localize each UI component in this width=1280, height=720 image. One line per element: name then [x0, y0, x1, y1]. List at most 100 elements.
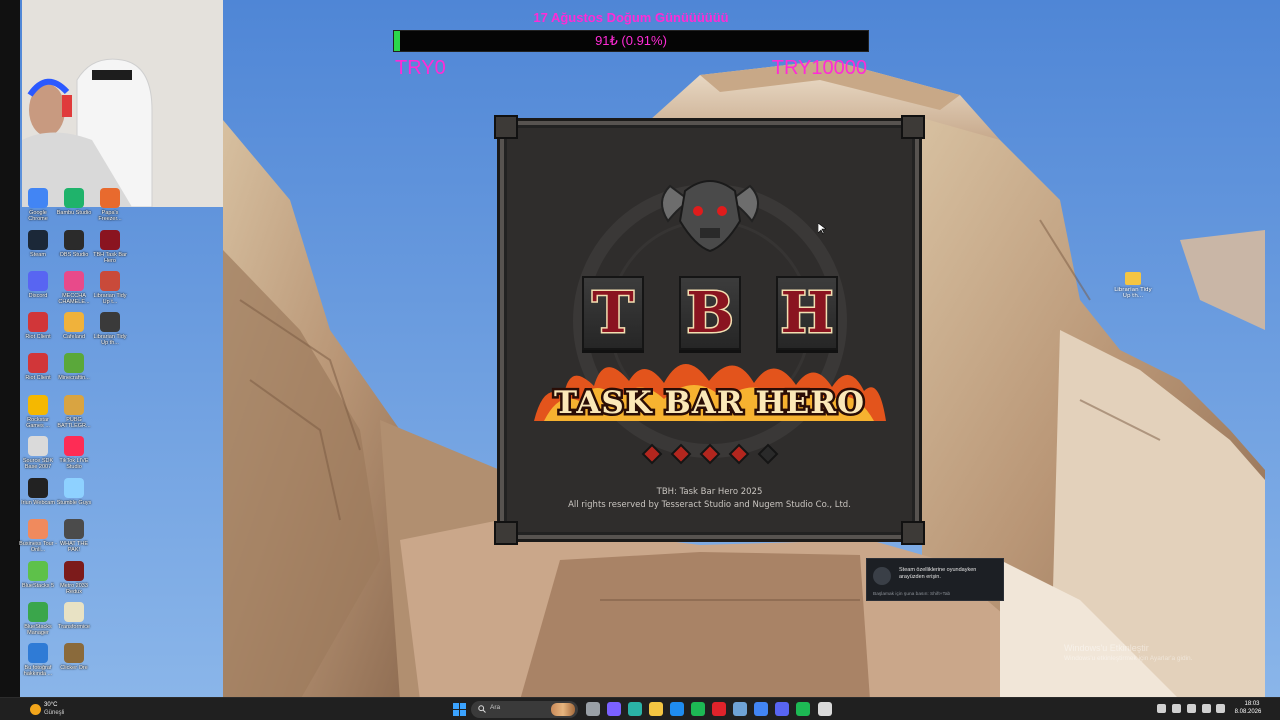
webcam-overlay	[22, 0, 223, 207]
desktop-icon[interactable]: WHAT THE PAK!	[55, 519, 93, 553]
taskbar-search-box[interactable]: Ara	[471, 701, 578, 718]
steam-notification-hint: Başlamak için şuna basın: Shift+Tab	[873, 592, 951, 597]
desktop-icon[interactable]: Clicker Ore	[55, 643, 93, 671]
logo-text: TASK BAR HERO	[551, 383, 866, 424]
desktop-icon[interactable]: Bu fotoğraf hakkında ...	[19, 643, 57, 677]
desktop-icon[interactable]: Librarian Tidy Up t...	[91, 271, 129, 305]
iriun-icon	[28, 478, 48, 498]
transformice-icon	[64, 602, 84, 622]
desktop-icon-label: Minecraftin...	[58, 375, 90, 381]
desktop-icon[interactable]: OBS Studio	[55, 230, 93, 258]
desktop-icon[interactable]: Papa's Freezer...	[91, 188, 129, 222]
search-icon	[478, 705, 486, 713]
store-icon[interactable]	[670, 702, 684, 716]
desktop-icon[interactable]: Cafeland	[55, 312, 93, 340]
riot2-icon	[28, 353, 48, 373]
language-icon[interactable]	[1187, 704, 1196, 713]
papa-icon	[100, 188, 120, 208]
desktop-icon[interactable]: MECCHA CHAMELE...	[55, 271, 93, 305]
donation-goal-widget: 17 Ağustos Doğum Günüüüüüü 91₺ (0.91%) T…	[393, 8, 869, 80]
desktop-icon[interactable]: BlueStacks 5	[19, 561, 57, 589]
task-view-icon[interactable]	[586, 702, 600, 716]
desktop-icon[interactable]: Rockstar Games ...	[19, 395, 57, 429]
game-splash-window[interactable]: T B H TASK BAR HERO TBH: Task Bar Hero 2…	[494, 115, 925, 545]
copilot-icon[interactable]	[607, 702, 621, 716]
desktop-icon-label: Papa's Freezer...	[98, 210, 122, 222]
desktop-icon-label: TikTok LIVE Studio	[59, 458, 89, 470]
discord-taskbar-icon[interactable]	[775, 702, 789, 716]
tiktok-icon	[64, 436, 84, 456]
desktop-icon[interactable]: Librarian Tidy Up th...	[91, 312, 129, 346]
chrome-taskbar-icon[interactable]	[754, 702, 768, 716]
librarian2-icon	[100, 312, 120, 332]
volume-icon[interactable]	[1216, 704, 1225, 713]
logo-tile-h: H	[776, 276, 838, 350]
steam-taskbar-icon[interactable]	[733, 702, 747, 716]
mouse-cursor-icon	[818, 223, 826, 235]
clock-date[interactable]: 8.08.2026	[1232, 709, 1264, 715]
desktop-screen: 17 Ağustos Doğum Günüüüüüü 91₺ (0.91%) T…	[0, 0, 1280, 720]
spotify-green-icon[interactable]	[691, 702, 705, 716]
desktop-icon[interactable]: Transformice	[55, 602, 93, 630]
opera-icon[interactable]	[712, 702, 726, 716]
goal-min-label: TRY0	[395, 57, 446, 79]
desktop-icon[interactable]: Business Tour - Onli...	[19, 519, 57, 553]
network-icon[interactable]	[1202, 704, 1211, 713]
desktop-icon[interactable]: Stumble Guys	[55, 478, 93, 506]
desktop-icon[interactable]: Google Chrome	[19, 188, 57, 222]
desktop-icon-label: Stumble Guys	[56, 500, 92, 506]
desktop-icon[interactable]: Discord	[19, 271, 57, 299]
librarian-icon	[100, 271, 120, 291]
clickerore-icon	[64, 643, 84, 663]
obs-icon	[64, 230, 84, 250]
steam-overlay-notification[interactable]: Steam özelliklerine oyundayken arayüzden…	[866, 558, 1004, 601]
credit-title: TBH: Task Bar Hero 2025	[656, 487, 763, 497]
desktop-icon[interactable]: BlueStacks Manager	[19, 602, 57, 636]
desktop-icon-label: Riot Client	[25, 334, 51, 340]
desktop-icon[interactable]: Source SDK Base 2007	[19, 436, 57, 470]
cafeland-icon	[64, 312, 84, 332]
clock-time[interactable]: 18:03	[1240, 701, 1264, 707]
windows-start-icon[interactable]	[453, 703, 466, 716]
desktop-icon[interactable]: Steam	[19, 230, 57, 258]
chrome-icon	[28, 188, 48, 208]
logo-tile-b: B	[679, 276, 741, 350]
desktop-icon-label: Source SDK Base 2007	[22, 458, 54, 470]
desktop-icon[interactable]: Minecraftin...	[55, 353, 93, 381]
logo-letter-b: B	[685, 280, 735, 346]
desktop-icon-label: Google Chrome	[28, 210, 48, 222]
desktop-icon[interactable]: Riot Client	[19, 312, 57, 340]
discord-icon	[28, 271, 48, 291]
gem-lit-icon	[728, 443, 750, 465]
desktop-icon[interactable]: Riot Client	[19, 353, 57, 381]
activation-watermark-subtitle: Windows'u etkinleştirmek için Ayarlar'a …	[1064, 655, 1193, 662]
file-explorer-icon[interactable]	[649, 702, 663, 716]
desktop-file-icon[interactable]: Librarian Tidy Up th...	[1114, 272, 1152, 299]
desktop-icon[interactable]: TBH Task Bar Hero	[91, 230, 129, 264]
pubg-icon	[64, 395, 84, 415]
whatthepak-icon	[64, 519, 84, 539]
onedrive-icon[interactable]	[1172, 704, 1181, 713]
search-placeholder: Ara	[490, 704, 501, 711]
logo-letter-h: H	[779, 280, 835, 346]
demon-skull-icon	[661, 180, 759, 253]
edge-icon[interactable]	[628, 702, 642, 716]
credit-rights: All rights reserved by Tesseract Studio …	[568, 500, 851, 510]
desktop-icon-label: Librarian Tidy Up th...	[93, 334, 127, 346]
spotify-icon[interactable]	[796, 702, 810, 716]
desktop-icon[interactable]: Iriun Webcam	[19, 478, 57, 506]
desktop-icon-label: Bu fotoğraf hakkında ...	[23, 665, 53, 677]
weather-temperature: 30°C	[44, 702, 58, 708]
desktop-icon[interactable]: Metro 2033 Redux	[55, 561, 93, 595]
chevron-up-icon[interactable]	[1157, 704, 1166, 713]
tbh-taskbar-icon[interactable]	[818, 702, 832, 716]
gem-empty-icon	[757, 443, 779, 465]
sourcesdk-icon	[28, 436, 48, 456]
desktop-icon-label: Clicker Ore	[60, 665, 88, 671]
goal-progress-text: 91₺ (0.91%)	[595, 33, 667, 48]
desktop-icon[interactable]: Bambu Studio	[55, 188, 93, 216]
desktop-icon[interactable]: PUBG BATTLEGR...	[55, 395, 93, 429]
metro-icon	[64, 561, 84, 581]
desktop-icon-label: Iriun Webcam	[21, 500, 55, 506]
desktop-icon[interactable]: TikTok LIVE Studio	[55, 436, 93, 470]
